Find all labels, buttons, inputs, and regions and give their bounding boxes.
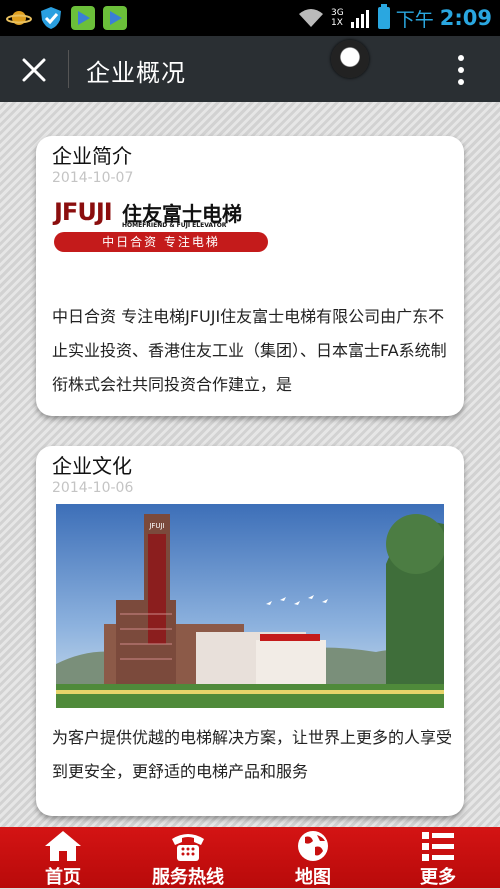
title-divider [68, 50, 69, 88]
logo-slogan: 中日合资 专注电梯 [54, 232, 268, 252]
planet-app-icon [6, 11, 32, 25]
nav-label: 首页 [45, 867, 81, 888]
tower-sign: JFUJI [148, 522, 164, 530]
overflow-menu-icon[interactable] [446, 50, 476, 90]
card-date: 2014-10-07 [52, 170, 134, 186]
card-summary: 中日合资 专注电梯JFUJI住友富士电梯有限公司由广东不止实业投资、香港住友工业… [52, 307, 447, 394]
home-icon [45, 831, 81, 861]
nav-label: 地图 [295, 867, 331, 888]
title-bar: 企业概况 [0, 36, 500, 102]
content-scroll-area[interactable]: 企业简介 2014-10-07 JFUJI 住友富士电梯 HOMEFRIEND … [0, 102, 500, 827]
ampm-label: 下午 [395, 8, 434, 31]
logo-english-name: HOMEFRIEND & FUJI ELEVATOR [122, 222, 227, 229]
card-summary: 为客户提供优越的电梯解决方案，让世界上更多的人享受到更安全，更舒适的电梯产品和服… [52, 728, 453, 781]
globe-icon [298, 831, 328, 861]
battery-icon [377, 4, 390, 29]
company-logo: JFUJI 住友富士电梯 HOMEFRIEND & FUJI ELEVATOR … [54, 198, 276, 254]
clock: 2:09 [439, 6, 492, 30]
play-store-icon-2 [103, 6, 127, 30]
nav-label: 更多 [420, 867, 456, 888]
status-bar: 3G 1X 下午 2:09 [0, 0, 500, 36]
page-title: 企业概况 [86, 59, 186, 87]
floating-assistive-ball[interactable] [331, 40, 369, 78]
shield-app-icon [41, 7, 61, 29]
nav-item-more[interactable]: 更多 [388, 827, 488, 888]
nav-label: 服务热线 [152, 867, 224, 888]
article-card-profile[interactable]: 企业简介 2014-10-07 JFUJI 住友富士电梯 HOMEFRIEND … [36, 136, 464, 416]
building-photo: JFUJI [56, 504, 444, 708]
network-indicator: 3G 1X [331, 8, 344, 28]
card-title: 企业文化 [52, 454, 132, 478]
close-icon[interactable] [14, 50, 54, 90]
card-date: 2014-10-06 [52, 480, 134, 496]
nav-item-map[interactable]: 地图 [263, 827, 363, 888]
nav-item-home[interactable]: 首页 [13, 827, 113, 888]
list-icon [422, 832, 454, 861]
article-card-culture[interactable]: 企业文化 2014-10-06 JFUJI 为客户提供优越的电梯解决方案，让世界… [36, 446, 464, 816]
signal-icon [350, 10, 369, 28]
logo-brand: JFUJI [54, 198, 113, 226]
phone-icon [172, 834, 204, 861]
play-store-icon [71, 6, 95, 30]
card-title: 企业简介 [52, 144, 132, 168]
wifi-icon [299, 9, 324, 27]
network-type-label-2: 1X [331, 18, 343, 28]
network-type-label: 3G [331, 8, 344, 18]
bottom-nav: 首页 服务热线 地图 更多 [0, 827, 500, 888]
nav-item-hotline[interactable]: 服务热线 [138, 827, 238, 888]
